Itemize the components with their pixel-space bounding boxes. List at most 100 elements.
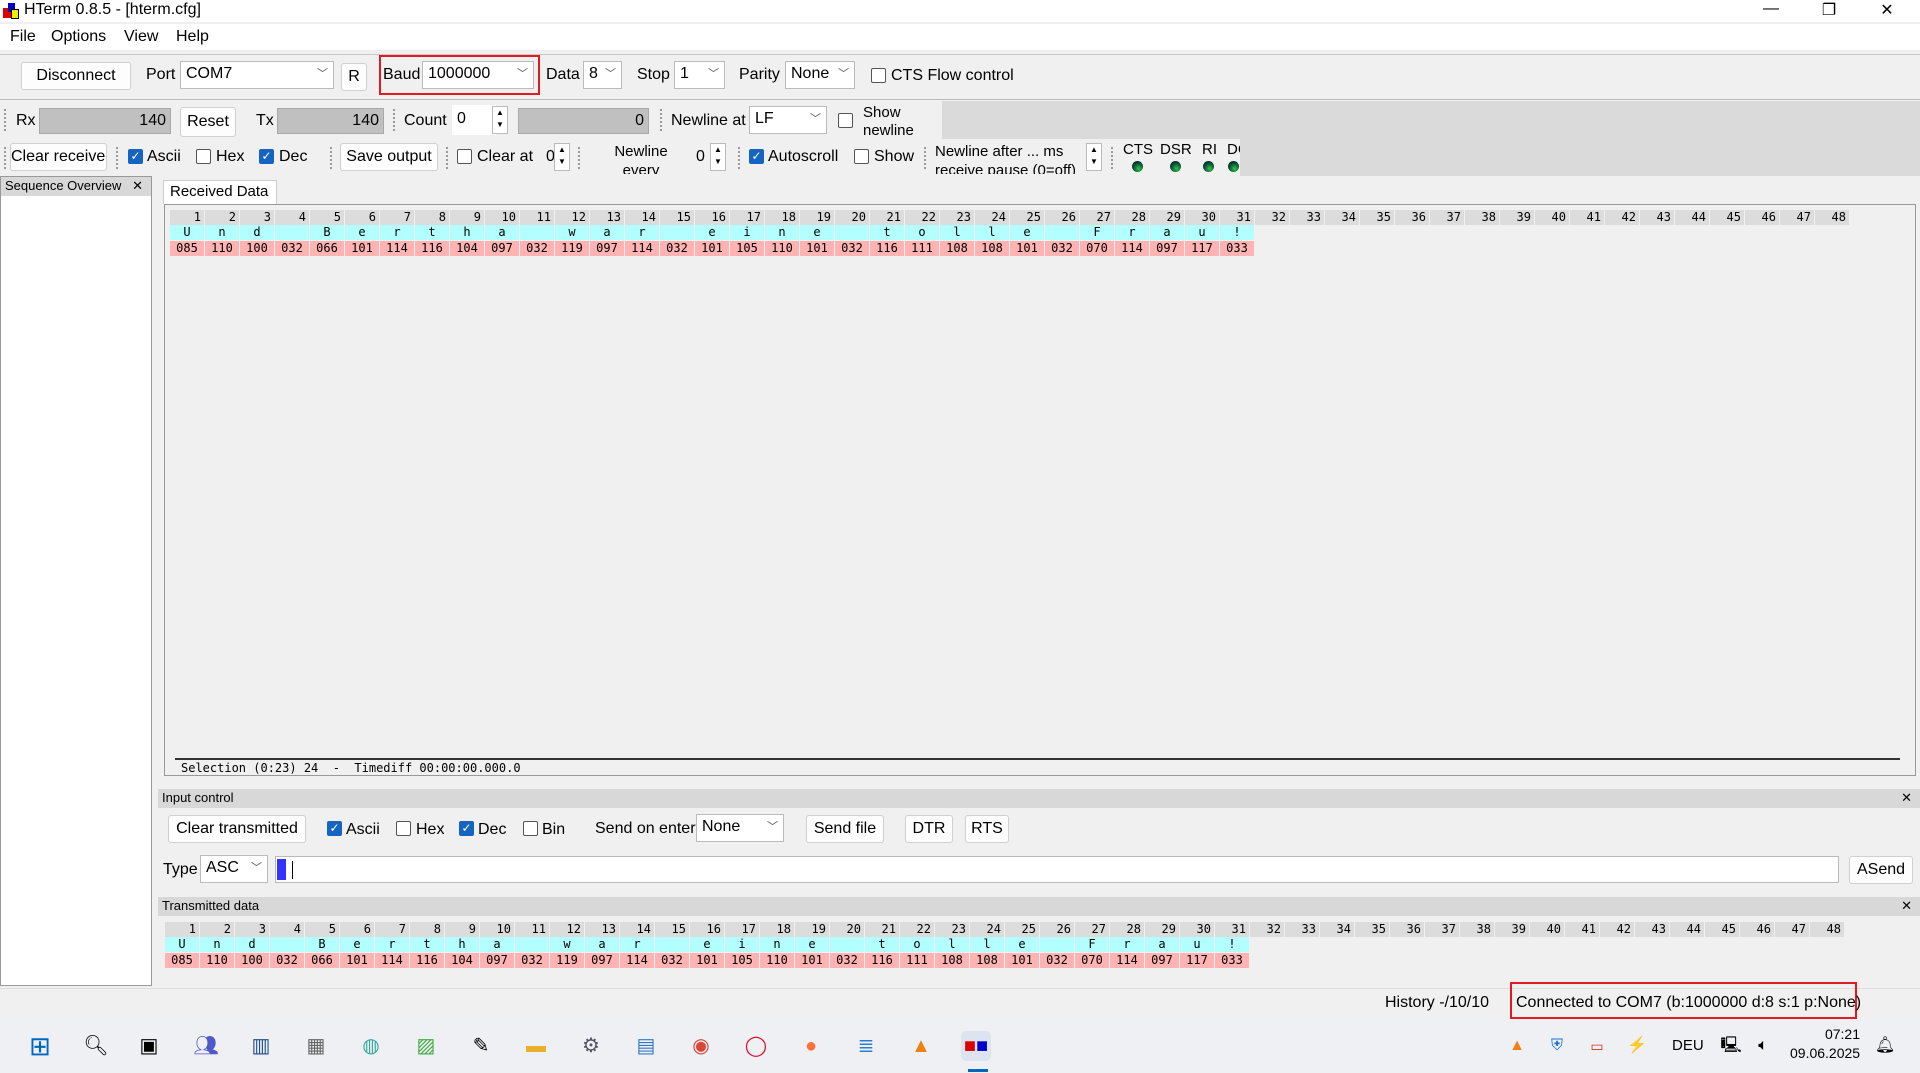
column-index[interactable]: 38 [1465, 210, 1499, 225]
column-index[interactable]: 48 [1815, 210, 1849, 225]
column-index[interactable]: 6 [345, 210, 379, 225]
column-index[interactable]: 17 [730, 210, 764, 225]
app-globe-icon[interactable]: ◍ [356, 1031, 386, 1061]
teams-icon[interactable]: 👥︎ [191, 1031, 221, 1061]
toolbar-grip[interactable] [4, 109, 7, 131]
column-index[interactable]: 24 [970, 922, 1004, 937]
dec-cell[interactable]: 033 [1215, 953, 1249, 968]
notepad-icon[interactable]: ≣ [851, 1031, 881, 1061]
ascii-cell[interactable]: e [800, 225, 834, 240]
column-index[interactable]: 45 [1710, 210, 1744, 225]
control-panel-icon[interactable]: ▤ [631, 1031, 661, 1061]
dec-cell[interactable]: 104 [450, 241, 484, 256]
ascii-cell[interactable]: B [310, 225, 344, 240]
column-index[interactable]: 47 [1775, 922, 1809, 937]
send-on-enter-select[interactable]: None ﹀ [696, 814, 784, 842]
dec-cell[interactable]: 117 [1185, 241, 1219, 256]
dec-cell[interactable]: 101 [800, 241, 834, 256]
column-index[interactable]: 4 [270, 922, 304, 937]
column-index[interactable]: 32 [1250, 922, 1284, 937]
ascii-cell[interactable]: n [765, 225, 799, 240]
minimize-button[interactable]: — [1746, 0, 1796, 18]
language-indicator[interactable]: DEU [1672, 1037, 1704, 1054]
dec-cell[interactable]: 119 [555, 241, 589, 256]
input-ascii-checkbox[interactable]: ✓ [327, 821, 342, 836]
chrome-icon[interactable]: ◉ [686, 1031, 716, 1061]
column-index[interactable]: 26 [1040, 922, 1074, 937]
dec-cell[interactable]: 119 [550, 953, 584, 968]
column-index[interactable]: 12 [555, 210, 589, 225]
column-index[interactable]: 10 [485, 210, 519, 225]
dec-cell[interactable]: 101 [1010, 241, 1044, 256]
ascii-cell[interactable]: w [550, 937, 584, 952]
toolbar-grip[interactable] [330, 147, 333, 169]
dec-cell[interactable]: 032 [830, 953, 864, 968]
dec-cell[interactable]: 116 [870, 241, 904, 256]
restore-button[interactable]: ❐ [1804, 0, 1854, 20]
volume-icon[interactable]: 🔈︎ [1748, 1031, 1778, 1061]
column-index[interactable]: 33 [1285, 922, 1319, 937]
column-index[interactable]: 46 [1745, 210, 1779, 225]
column-index[interactable]: 29 [1145, 922, 1179, 937]
column-index[interactable]: 41 [1565, 922, 1599, 937]
column-index[interactable]: 40 [1530, 922, 1564, 937]
dec-cell[interactable]: 032 [275, 241, 309, 256]
ascii-cell[interactable] [275, 225, 309, 240]
dec-cell[interactable]: 085 [165, 953, 199, 968]
ascii-cell[interactable]: u [1185, 225, 1219, 240]
ascii-cell[interactable] [1040, 937, 1074, 952]
column-index[interactable]: 19 [800, 210, 834, 225]
column-index[interactable]: 30 [1180, 922, 1214, 937]
dec-cell[interactable]: 097 [480, 953, 514, 968]
asend-button[interactable]: ASend [1849, 856, 1913, 884]
dec-cell[interactable]: 085 [170, 241, 204, 256]
column-index[interactable]: 34 [1320, 922, 1354, 937]
dec-cell[interactable]: 111 [905, 241, 939, 256]
column-index[interactable]: 5 [310, 210, 344, 225]
input-dec-checkbox[interactable]: ✓ [459, 821, 474, 836]
ascii-cell[interactable]: a [585, 937, 619, 952]
dec-cell[interactable]: 032 [1040, 953, 1074, 968]
ascii-cell[interactable]: o [900, 937, 934, 952]
column-index[interactable]: 16 [690, 922, 724, 937]
dec-cell[interactable]: 116 [415, 241, 449, 256]
rts-button[interactable]: RTS [965, 815, 1009, 843]
column-index[interactable]: 11 [515, 922, 549, 937]
close-icon[interactable]: ✕ [1901, 897, 1912, 914]
column-index[interactable]: 24 [975, 210, 1009, 225]
task-view-icon[interactable]: ▣ [134, 1031, 164, 1061]
dec-cell[interactable]: 097 [1150, 241, 1184, 256]
dec-cell[interactable]: 110 [205, 241, 239, 256]
ascii-cell[interactable] [520, 225, 554, 240]
ascii-cell[interactable]: n [205, 225, 239, 240]
ascii-cell[interactable]: e [345, 225, 379, 240]
data-bits-select[interactable]: 8 ﹀ [583, 61, 622, 89]
ascii-cell[interactable]: e [1010, 225, 1044, 240]
column-index[interactable]: 21 [865, 922, 899, 937]
clear-at-spinner[interactable]: ▲ ▼ [554, 143, 570, 171]
column-index[interactable]: 47 [1780, 210, 1814, 225]
dec-cell[interactable]: 114 [1115, 241, 1149, 256]
clear-transmitted-button[interactable]: Clear transmitted [168, 815, 306, 843]
ascii-cell[interactable]: U [165, 937, 199, 952]
close-button[interactable]: ✕ [1862, 0, 1912, 20]
close-icon[interactable]: ✕ [1901, 789, 1912, 806]
ascii-cell[interactable]: B [305, 937, 339, 952]
ascii-cell[interactable]: e [795, 937, 829, 952]
column-index[interactable]: 8 [415, 210, 449, 225]
column-index[interactable]: 4 [275, 210, 309, 225]
ascii-cell[interactable] [655, 937, 689, 952]
parity-select[interactable]: None ﹀ [785, 61, 855, 89]
ascii-cell[interactable]: t [415, 225, 449, 240]
dec-cell[interactable]: 032 [655, 953, 689, 968]
column-index[interactable]: 9 [445, 922, 479, 937]
ascii-cell[interactable]: r [1115, 225, 1149, 240]
column-index[interactable]: 31 [1215, 922, 1249, 937]
newline-at-select[interactable]: LF ﹀ [749, 106, 827, 134]
send-input[interactable] [275, 856, 1839, 883]
column-index[interactable]: 27 [1075, 922, 1109, 937]
ascii-cell[interactable]: l [935, 937, 969, 952]
ascii-cell[interactable]: a [1150, 225, 1184, 240]
column-index[interactable]: 33 [1290, 210, 1324, 225]
column-index[interactable]: 35 [1355, 922, 1389, 937]
